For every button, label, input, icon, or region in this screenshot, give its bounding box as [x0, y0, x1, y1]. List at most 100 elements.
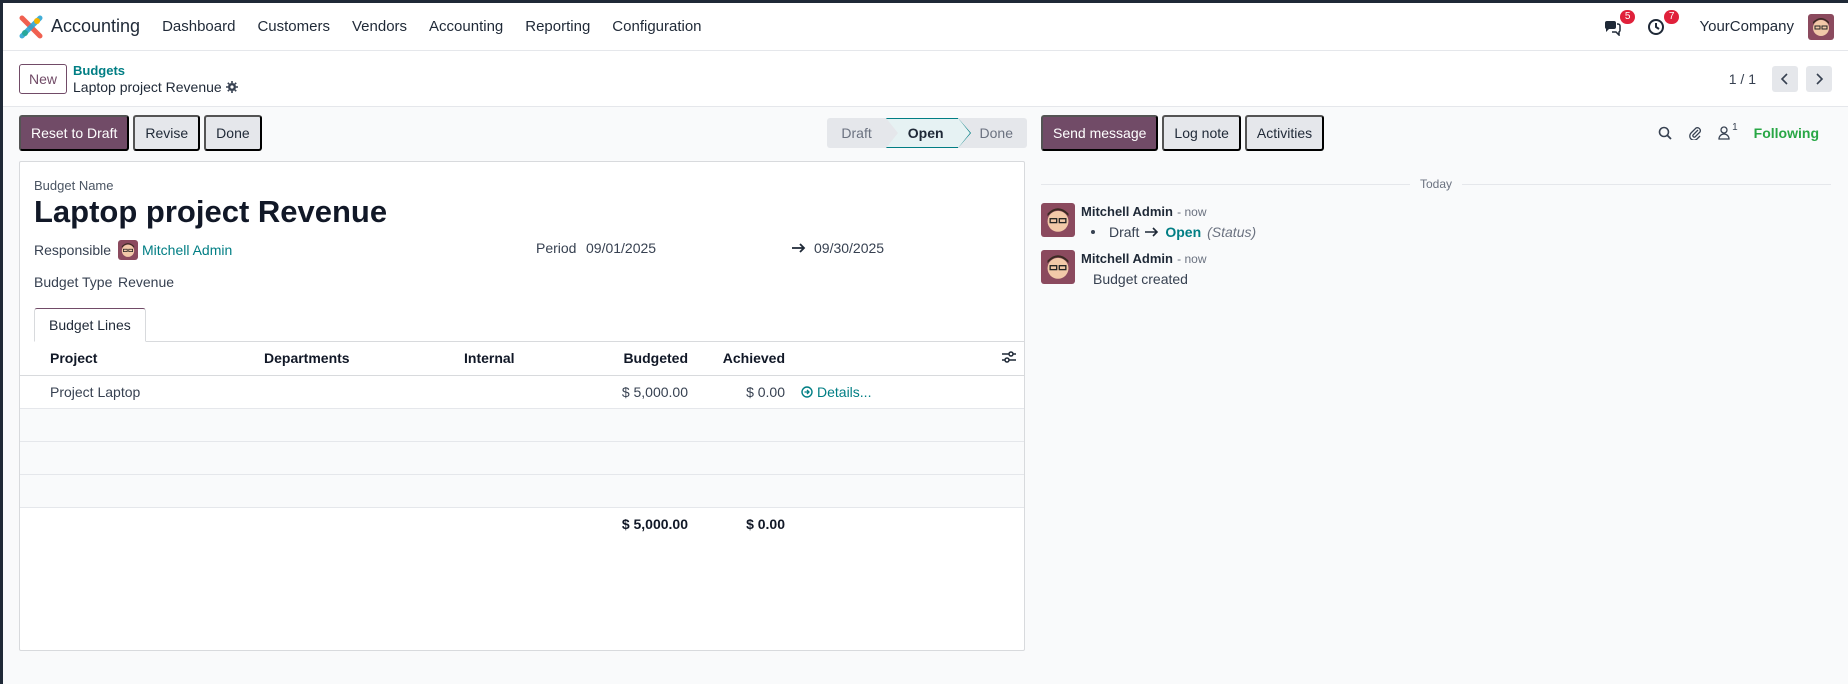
user-avatar[interactable]: [1808, 13, 1834, 40]
top-navbar: Accounting Dashboard Customers Vendors A…: [3, 3, 1848, 51]
cell-achieved[interactable]: $ 0.00: [696, 375, 793, 409]
arrow-circle-right-icon: [801, 385, 813, 398]
activities-button[interactable]: 7: [1645, 9, 1680, 38]
new-button[interactable]: New: [19, 63, 68, 94]
header-departments[interactable]: Departments: [256, 342, 456, 376]
status-steps: Draft Open Done: [827, 118, 1027, 148]
cell-details[interactable]: Details...: [793, 375, 994, 409]
menu-accounting[interactable]: Accounting: [429, 18, 503, 35]
menu-dashboard[interactable]: Dashboard: [162, 18, 235, 35]
search-icon[interactable]: [1658, 126, 1672, 140]
date-from-field[interactable]: 09/01/2025: [586, 240, 792, 256]
chatter-topbar: Send message Log note Activities 1 Follo…: [1041, 111, 1831, 155]
budget-name-field[interactable]: Laptop project Revenue: [34, 194, 387, 230]
cell-budgeted[interactable]: $ 5,000.00: [566, 375, 696, 409]
budget-name-label: Budget Name: [34, 178, 114, 193]
breadcrumb-current: Laptop project Revenue: [73, 79, 238, 95]
details-link[interactable]: Details...: [801, 384, 986, 400]
menu-vendors[interactable]: Vendors: [352, 18, 407, 35]
app-name[interactable]: Accounting: [51, 16, 140, 37]
accounting-app-icon[interactable]: [19, 15, 43, 39]
menu-reporting[interactable]: Reporting: [525, 18, 590, 35]
record-title: Laptop project Revenue: [73, 78, 222, 95]
empty-row: [20, 441, 1024, 475]
table-row[interactable]: Project Laptop $ 5,000.00 $ 0.00 Details…: [20, 375, 1024, 409]
day-separator: Today: [1041, 177, 1831, 191]
budget-type-field[interactable]: Revenue: [118, 274, 174, 290]
gear-icon[interactable]: [225, 80, 238, 93]
revise-button[interactable]: Revise: [133, 115, 201, 151]
chatter-message: Mitchell Admin - now Draft Open (Status): [1041, 203, 1831, 240]
status-step-open-label: Open: [907, 125, 944, 141]
empty-row: [20, 408, 1024, 442]
tab-budget-lines[interactable]: Budget Lines: [34, 308, 146, 342]
row-spacer: [20, 375, 42, 409]
header-project[interactable]: Project: [42, 342, 256, 376]
table-footer-row: $ 5,000.00 $ 0.00: [20, 507, 1024, 540]
control-panel: New Budgets Laptop project Revenue 1 / 1: [3, 51, 1848, 107]
tracking-field-name: (Status): [1207, 224, 1257, 240]
chatter: Send message Log note Activities 1 Follo…: [1027, 107, 1831, 651]
cell-internal[interactable]: [456, 375, 566, 409]
send-message-button[interactable]: Send message: [1041, 115, 1159, 151]
paperclip-icon[interactable]: [1688, 126, 1702, 140]
message-author-avatar[interactable]: [1041, 203, 1075, 237]
form-statusbar: Reset to Draft Revise Done Draft Open Do…: [19, 111, 1027, 155]
log-note-button[interactable]: Log note: [1162, 115, 1241, 151]
header-details: [793, 342, 994, 376]
header-budgeted[interactable]: Budgeted: [566, 342, 696, 376]
breadcrumb-budgets[interactable]: Budgets: [73, 63, 238, 79]
pager-previous-button[interactable]: [1772, 65, 1798, 92]
date-to-field[interactable]: 09/30/2025: [814, 240, 884, 256]
pager-next-button[interactable]: [1806, 65, 1832, 92]
message-author[interactable]: Mitchell Admin: [1081, 204, 1173, 219]
budget-lines-table: Project Departments Internal Budgeted Ac…: [20, 342, 1024, 540]
responsible-label: Responsible: [34, 242, 112, 258]
details-label: Details...: [817, 383, 872, 400]
cell-project[interactable]: Project Laptop: [42, 375, 256, 409]
done-button[interactable]: Done: [204, 115, 262, 151]
chevron-right-icon: [1816, 72, 1824, 85]
menu-customers[interactable]: Customers: [257, 18, 330, 35]
form-sheet: Budget Name Laptop project Revenue Respo…: [19, 161, 1025, 651]
period-row: Period 09/01/2025 09/30/2025: [536, 240, 884, 256]
header-spacer: [20, 342, 42, 376]
messages-count-badge: 5: [1619, 9, 1636, 24]
messaging-button[interactable]: 5: [1601, 9, 1636, 38]
activities-button[interactable]: Activities: [1244, 115, 1325, 151]
notebook-tabs: Budget Lines: [34, 308, 1024, 342]
chatter-icons: 1 Following: [1658, 122, 1819, 141]
message-author[interactable]: Mitchell Admin: [1081, 251, 1173, 266]
budget-type-label: Budget Type: [34, 274, 113, 290]
breadcrumb: Budgets Laptop project Revenue: [73, 63, 238, 95]
reset-to-draft-button[interactable]: Reset to Draft: [19, 115, 130, 151]
user-icon: [1718, 126, 1730, 140]
header-internal[interactable]: Internal: [456, 342, 566, 376]
form-view: Reset to Draft Revise Done Draft Open Do…: [3, 107, 1848, 651]
total-achieved: $ 0.00: [746, 515, 785, 532]
status-step-draft[interactable]: Draft: [827, 118, 898, 148]
menu-configuration[interactable]: Configuration: [612, 18, 701, 35]
responsible-avatar: [118, 240, 138, 260]
tracking-new-value: Open: [1165, 224, 1202, 240]
company-switcher[interactable]: YourCompany: [1699, 18, 1794, 35]
cell-departments[interactable]: [256, 375, 456, 409]
arrow-right-icon: [1145, 227, 1159, 237]
message-date: - now: [1177, 252, 1207, 266]
header-achieved[interactable]: Achieved: [696, 342, 793, 376]
responsible-field[interactable]: Mitchell Admin: [142, 242, 232, 258]
footer-spacer: [20, 507, 566, 540]
message-body: Budget created: [1093, 271, 1188, 287]
message-author-avatar[interactable]: [1041, 250, 1075, 284]
followers-count: 1: [1732, 122, 1738, 133]
clock-icon: [1648, 18, 1665, 35]
arrow-right-icon: [792, 240, 814, 256]
pager-value[interactable]: 1 / 1: [1729, 71, 1756, 87]
period-label: Period: [536, 240, 577, 256]
followers-button[interactable]: 1: [1718, 122, 1738, 140]
budget-type-row: Budget Type Revenue: [34, 274, 174, 290]
status-step-draft-label: Draft: [841, 125, 872, 141]
row-end: [994, 375, 1024, 409]
optional-columns-toggle[interactable]: [994, 342, 1024, 376]
following-button[interactable]: Following: [1754, 125, 1819, 141]
